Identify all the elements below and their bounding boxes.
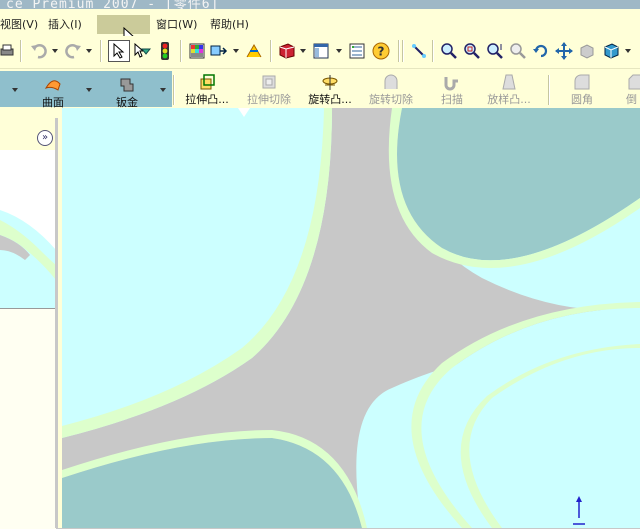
- appearance-dropdown-icon[interactable]: [300, 49, 306, 53]
- pan-icon[interactable]: [553, 40, 575, 62]
- tab-surface[interactable]: 曲面: [30, 74, 76, 110]
- undo-icon[interactable]: [28, 40, 50, 62]
- measure-icon[interactable]: [408, 40, 430, 62]
- view-orientation-icon[interactable]: [208, 40, 230, 62]
- window-titlebar: ce Premium 2007 - [零件6]: [0, 0, 640, 9]
- expand-panel-button[interactable]: »: [37, 130, 53, 146]
- svg-text:?: ?: [378, 45, 385, 59]
- zoom-selection-icon[interactable]: [507, 40, 529, 62]
- extrude-boss-label: 拉伸凸...: [185, 93, 229, 106]
- toolbar-separator: [180, 40, 182, 62]
- revolve-boss-icon: [322, 75, 338, 90]
- command-separator: [548, 75, 550, 105]
- extrude-cut-button[interactable]: 拉伸切除: [240, 71, 298, 107]
- graphics-viewport[interactable]: [62, 108, 640, 528]
- loft-boss-icon: [502, 74, 516, 90]
- loft-boss-label: 放样凸...: [487, 93, 531, 106]
- fillet-button[interactable]: 圆角: [558, 71, 606, 107]
- toolbar-separator: [398, 40, 400, 62]
- chamfer-button[interactable]: 倒: [626, 71, 640, 107]
- menu-window[interactable]: 窗口(W): [156, 17, 197, 33]
- window-dropdown-icon[interactable]: [336, 49, 342, 53]
- extrude-boss-button[interactable]: 拉伸凸...: [178, 71, 236, 107]
- view-cube-icon[interactable]: [600, 40, 622, 62]
- command-manager: 曲面 钣金 拉伸凸... 拉伸切除 旋转凸... 旋转切除 扫描 放样凸... …: [0, 68, 640, 109]
- fillet-icon: [574, 74, 590, 90]
- view-dropdown-icon[interactable]: [233, 49, 239, 53]
- menu-insert[interactable]: 插入(I): [48, 17, 82, 33]
- options-icon[interactable]: [346, 40, 368, 62]
- sheetmetal-icon: [120, 78, 134, 92]
- feature-tree-area[interactable]: »: [0, 118, 57, 529]
- menu-bar: 视图(V) 插入(I) 窗口(W) 帮助(H): [0, 9, 640, 47]
- display-mode-icon[interactable]: [576, 40, 598, 62]
- feature-manager-panel: »: [0, 108, 62, 529]
- view-cube-dropdown-icon[interactable]: [625, 49, 631, 53]
- extrude-boss-icon: [200, 74, 215, 90]
- revolve-cut-icon: [384, 74, 398, 89]
- revolve-cut-label: 旋转切除: [369, 93, 413, 106]
- panel-splitter[interactable]: [55, 118, 58, 528]
- surface-dropdown-icon[interactable]: [86, 88, 92, 92]
- tab-sheetmetal[interactable]: 钣金: [104, 74, 150, 110]
- command-tabs: 曲面 钣金: [0, 71, 172, 110]
- toolbar-separator: [402, 40, 404, 62]
- revolve-boss-label: 旋转凸...: [308, 93, 352, 106]
- undo-dropdown-icon[interactable]: [52, 49, 58, 53]
- revolve-cut-button[interactable]: 旋转切除: [362, 71, 420, 107]
- loft-boss-button[interactable]: 放样凸...: [480, 71, 538, 107]
- extrude-cut-icon: [262, 75, 276, 89]
- appearance-icon[interactable]: [276, 40, 298, 62]
- filter-icon[interactable]: [131, 40, 153, 62]
- help-icon[interactable]: ?: [370, 40, 392, 62]
- menu-view[interactable]: 视图(V): [0, 17, 38, 33]
- panel-header: »: [0, 118, 56, 151]
- grid-icon[interactable]: [186, 40, 208, 62]
- menu-help[interactable]: 帮助(H): [210, 17, 249, 33]
- panel-lower-area: [0, 308, 56, 529]
- sweep-label: 扫描: [441, 93, 463, 106]
- surface-icon: [44, 80, 61, 91]
- toolbar-separator: [100, 40, 102, 62]
- zoom-to-fit-icon[interactable]: [438, 40, 460, 62]
- traffic-light-icon[interactable]: [154, 40, 176, 62]
- redo-icon[interactable]: [62, 40, 84, 62]
- sweep-button[interactable]: 扫描: [430, 71, 474, 107]
- sheetmetal-dropdown-icon[interactable]: [160, 88, 166, 92]
- select-icon[interactable]: [108, 40, 130, 62]
- window-layout-icon[interactable]: [310, 40, 332, 62]
- zoom-area-icon[interactable]: [461, 40, 483, 62]
- standard-toolbar: ?: [0, 36, 640, 68]
- chamfer-label: 倒: [626, 93, 637, 106]
- rotate-icon[interactable]: [530, 40, 552, 62]
- print-icon[interactable]: [0, 40, 18, 62]
- rebuild-icon[interactable]: [243, 40, 265, 62]
- extrude-cut-label: 拉伸切除: [247, 93, 291, 106]
- sweep-icon: [444, 77, 458, 91]
- model-render: [62, 108, 640, 528]
- window-title: ce Premium 2007 - [零件6]: [6, 0, 220, 9]
- command-separator: [173, 75, 175, 105]
- toolbar-separator: [20, 40, 22, 62]
- redo-dropdown-icon[interactable]: [86, 49, 92, 53]
- toolbar-separator: [270, 40, 272, 62]
- panel-preview-image: [0, 150, 56, 310]
- toolbar-separator: [432, 40, 434, 62]
- tab-scroll-left-icon[interactable]: [12, 88, 18, 92]
- zoom-in-out-icon[interactable]: [484, 40, 506, 62]
- chamfer-icon: [628, 74, 640, 90]
- fillet-label: 圆角: [571, 93, 593, 106]
- revolve-boss-button[interactable]: 旋转凸...: [300, 71, 360, 107]
